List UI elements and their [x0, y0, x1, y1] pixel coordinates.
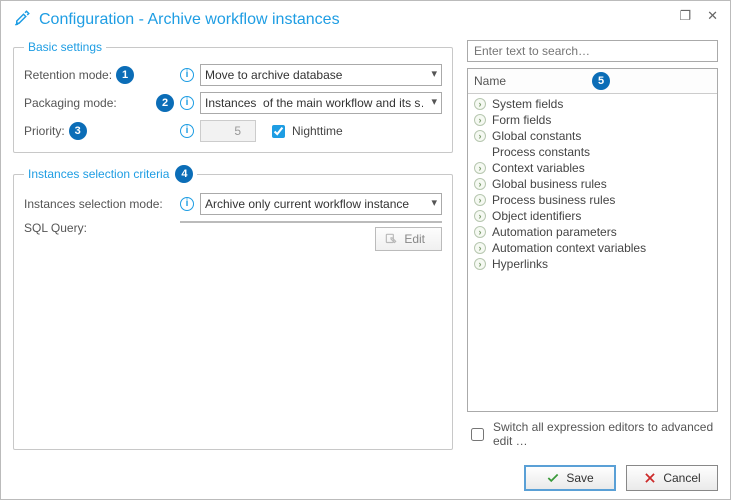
tree-item[interactable]: Global business rules — [468, 176, 717, 192]
tree-item-label: Object identifiers — [492, 209, 581, 223]
selection-criteria-group: Instances selection criteria 4 Instances… — [13, 165, 453, 450]
info-icon[interactable]: i — [180, 96, 194, 110]
advanced-edit-checkbox[interactable]: Switch all expression editors to advance… — [467, 418, 718, 450]
advanced-edit-label: Switch all expression editors to advance… — [493, 420, 718, 448]
edit-button: Edit — [375, 227, 442, 251]
priority-stepper — [200, 120, 256, 142]
callout-badge-3: 3 — [69, 122, 87, 140]
expand-icon[interactable] — [474, 194, 486, 206]
tree-panel: Name 5 System fields Form fields Global co… — [467, 68, 718, 412]
expand-icon[interactable] — [474, 242, 486, 254]
check-icon — [546, 471, 560, 485]
expand-icon[interactable] — [474, 114, 486, 126]
selection-criteria-legend: Instances selection criteria 4 — [24, 165, 197, 183]
tree-item[interactable]: Process business rules — [468, 192, 717, 208]
retention-mode-label: Retention mode: — [24, 68, 112, 82]
cross-icon — [643, 471, 657, 485]
expand-icon[interactable] — [474, 162, 486, 174]
expand-icon[interactable] — [474, 130, 486, 142]
callout-badge-1: 1 — [116, 66, 134, 84]
tree-header: Name — [474, 74, 506, 88]
info-icon[interactable]: i — [180, 68, 194, 82]
callout-badge-4: 4 — [175, 165, 193, 183]
tree-item-label: Global business rules — [492, 177, 607, 191]
sql-query-textarea — [180, 221, 442, 223]
basic-settings-group: Basic settings Retention mode: 1 i Packa… — [13, 40, 453, 153]
cancel-button[interactable]: Cancel — [626, 465, 718, 491]
tree-item[interactable]: Object identifiers — [468, 208, 717, 224]
tree-item[interactable]: Automation parameters — [468, 224, 717, 240]
nighttime-checkbox[interactable]: Nighttime — [268, 122, 343, 141]
packaging-mode-select — [200, 92, 442, 114]
info-icon[interactable]: i — [180, 197, 194, 211]
retention-mode-select[interactable] — [200, 64, 442, 86]
basic-settings-legend: Basic settings — [24, 40, 106, 54]
tree-item[interactable]: Automation context variables — [468, 240, 717, 256]
expand-icon[interactable] — [474, 210, 486, 222]
callout-badge-5: 5 — [592, 72, 610, 90]
title-bar: Configuration - Archive workflow instanc… — [1, 1, 730, 40]
callout-badge-2: 2 — [156, 94, 174, 112]
priority-label: Priority: — [24, 124, 65, 138]
tree-item-label: Process business rules — [492, 193, 615, 207]
expand-icon[interactable] — [474, 226, 486, 238]
tree-item-label: System fields — [492, 97, 563, 111]
tree-item-label: Process constants — [492, 145, 590, 159]
tree-item-label: Automation parameters — [492, 225, 617, 239]
window-title: Configuration - Archive workflow instanc… — [39, 11, 340, 29]
tree-item-label: Context variables — [492, 161, 585, 175]
tree-item[interactable]: System fields — [468, 96, 717, 112]
tools-icon — [13, 9, 31, 30]
tree-item-label: Form fields — [492, 113, 551, 127]
save-button[interactable]: Save — [524, 465, 616, 491]
maximize-icon[interactable]: ❐ — [675, 7, 695, 24]
search-input[interactable] — [467, 40, 718, 62]
info-icon[interactable]: i — [180, 124, 194, 138]
tree-item-label: Global constants — [492, 129, 581, 143]
tree-item[interactable]: Form fields — [468, 112, 717, 128]
close-icon[interactable]: ✕ — [703, 7, 722, 24]
tree-item[interactable]: Global constants — [468, 128, 717, 144]
tree-item[interactable]: Hyperlinks — [468, 256, 717, 272]
nighttime-label: Nighttime — [292, 124, 343, 138]
sql-query-label: SQL Query: — [24, 221, 174, 235]
expand-icon[interactable] — [474, 98, 486, 110]
tree-item-label: Hyperlinks — [492, 257, 548, 271]
selection-mode-select[interactable] — [200, 193, 442, 215]
expand-icon[interactable] — [474, 178, 486, 190]
expand-icon[interactable] — [474, 258, 486, 270]
selection-mode-label: Instances selection mode: — [24, 197, 174, 211]
tree-item[interactable]: Context variables — [468, 160, 717, 176]
edit-icon — [384, 232, 398, 246]
packaging-mode-label: Packaging mode: — [24, 96, 117, 110]
tree-item[interactable]: Process constants — [468, 144, 717, 160]
tree-item-label: Automation context variables — [492, 241, 646, 255]
